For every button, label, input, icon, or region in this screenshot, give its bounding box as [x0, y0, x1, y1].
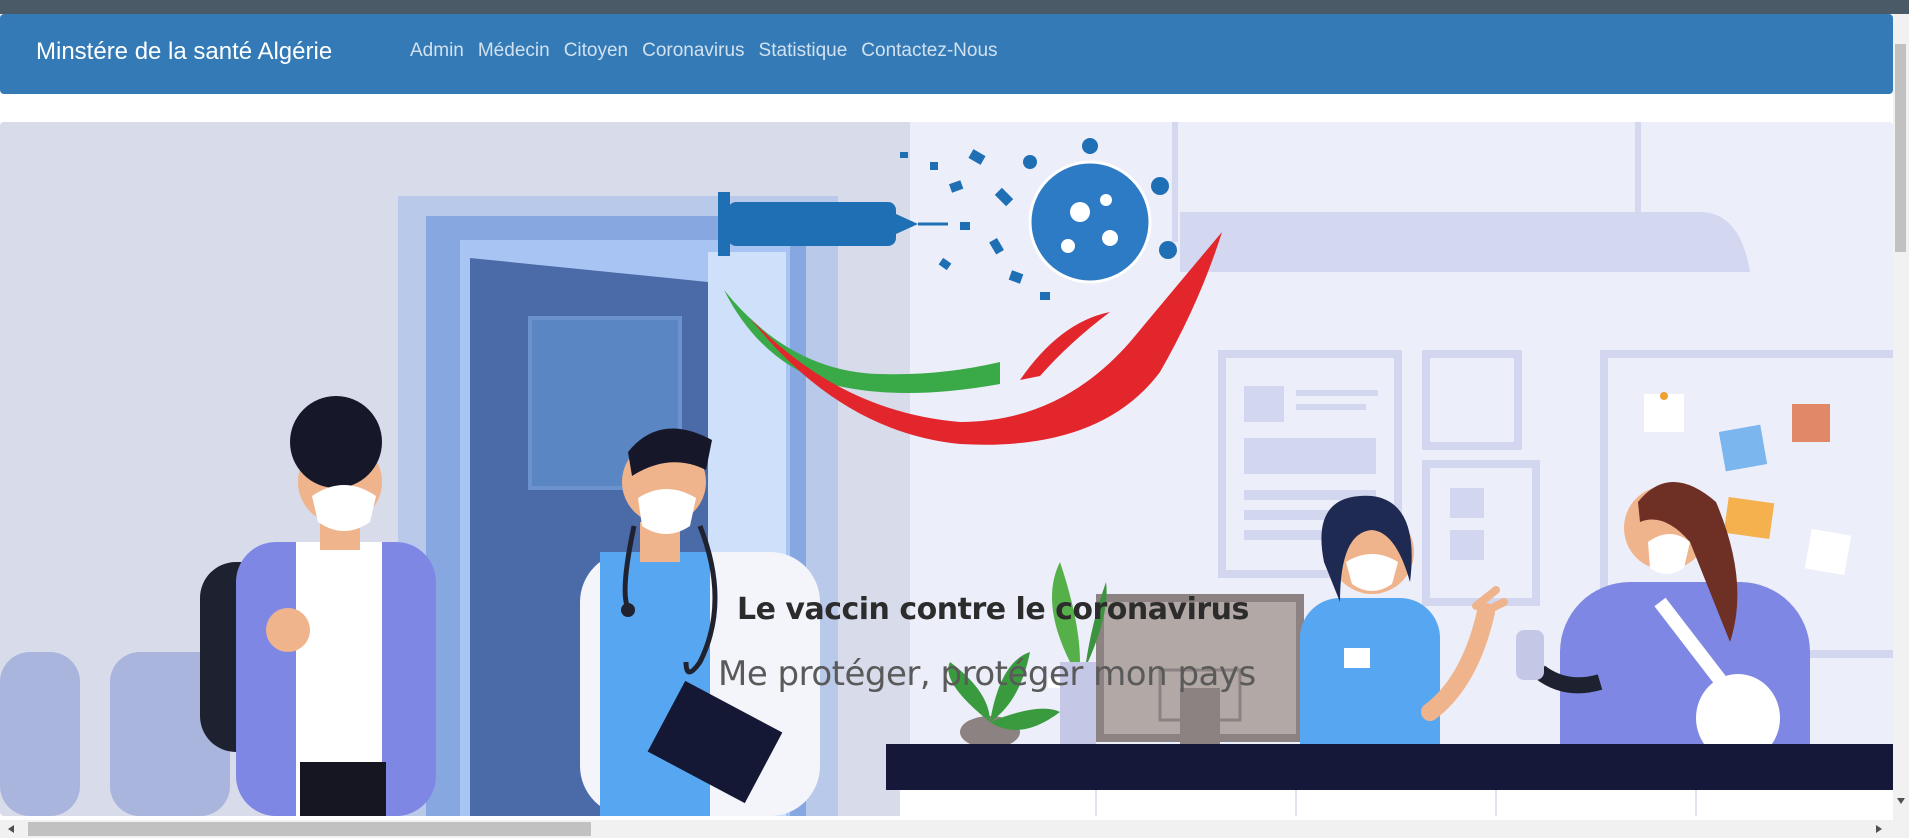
vertical-scrollbar[interactable] [1893, 14, 1909, 820]
scroll-right-arrow-icon[interactable] [1876, 825, 1882, 833]
nav-links: Admin Médecin Citoyen Coronavirus Statis… [410, 40, 1012, 62]
hero-banner: Le vaccin contre le coronavirus Me proté… [0, 122, 1893, 816]
site-brand[interactable]: Minstére de la santé Algérie [36, 38, 332, 66]
nav-link-citoyen[interactable]: Citoyen [564, 40, 628, 61]
nav-link-statistique[interactable]: Statistique [759, 40, 848, 61]
browser-top-strip [0, 0, 1909, 14]
nav-link-admin[interactable]: Admin [410, 40, 464, 61]
hero-headline: Le vaccin contre le coronavirus [737, 592, 1249, 627]
scroll-left-arrow-icon[interactable] [8, 825, 14, 833]
horizontal-scrollbar[interactable] [0, 820, 1909, 838]
vertical-scroll-thumb[interactable] [1895, 44, 1906, 252]
navbar: Minstére de la santé Algérie Admin Médec… [0, 14, 1893, 94]
nav-link-coronavirus[interactable]: Coronavirus [642, 40, 744, 61]
scroll-down-arrow-icon[interactable] [1897, 798, 1905, 804]
hero-tagline: Me protéger, protéger mon pays [718, 654, 1256, 694]
horizontal-scroll-thumb[interactable] [28, 822, 591, 836]
nav-link-contact[interactable]: Contactez-Nous [861, 40, 997, 61]
nav-link-medecin[interactable]: Médecin [478, 40, 550, 61]
vaccine-hand-logo [718, 138, 1222, 445]
